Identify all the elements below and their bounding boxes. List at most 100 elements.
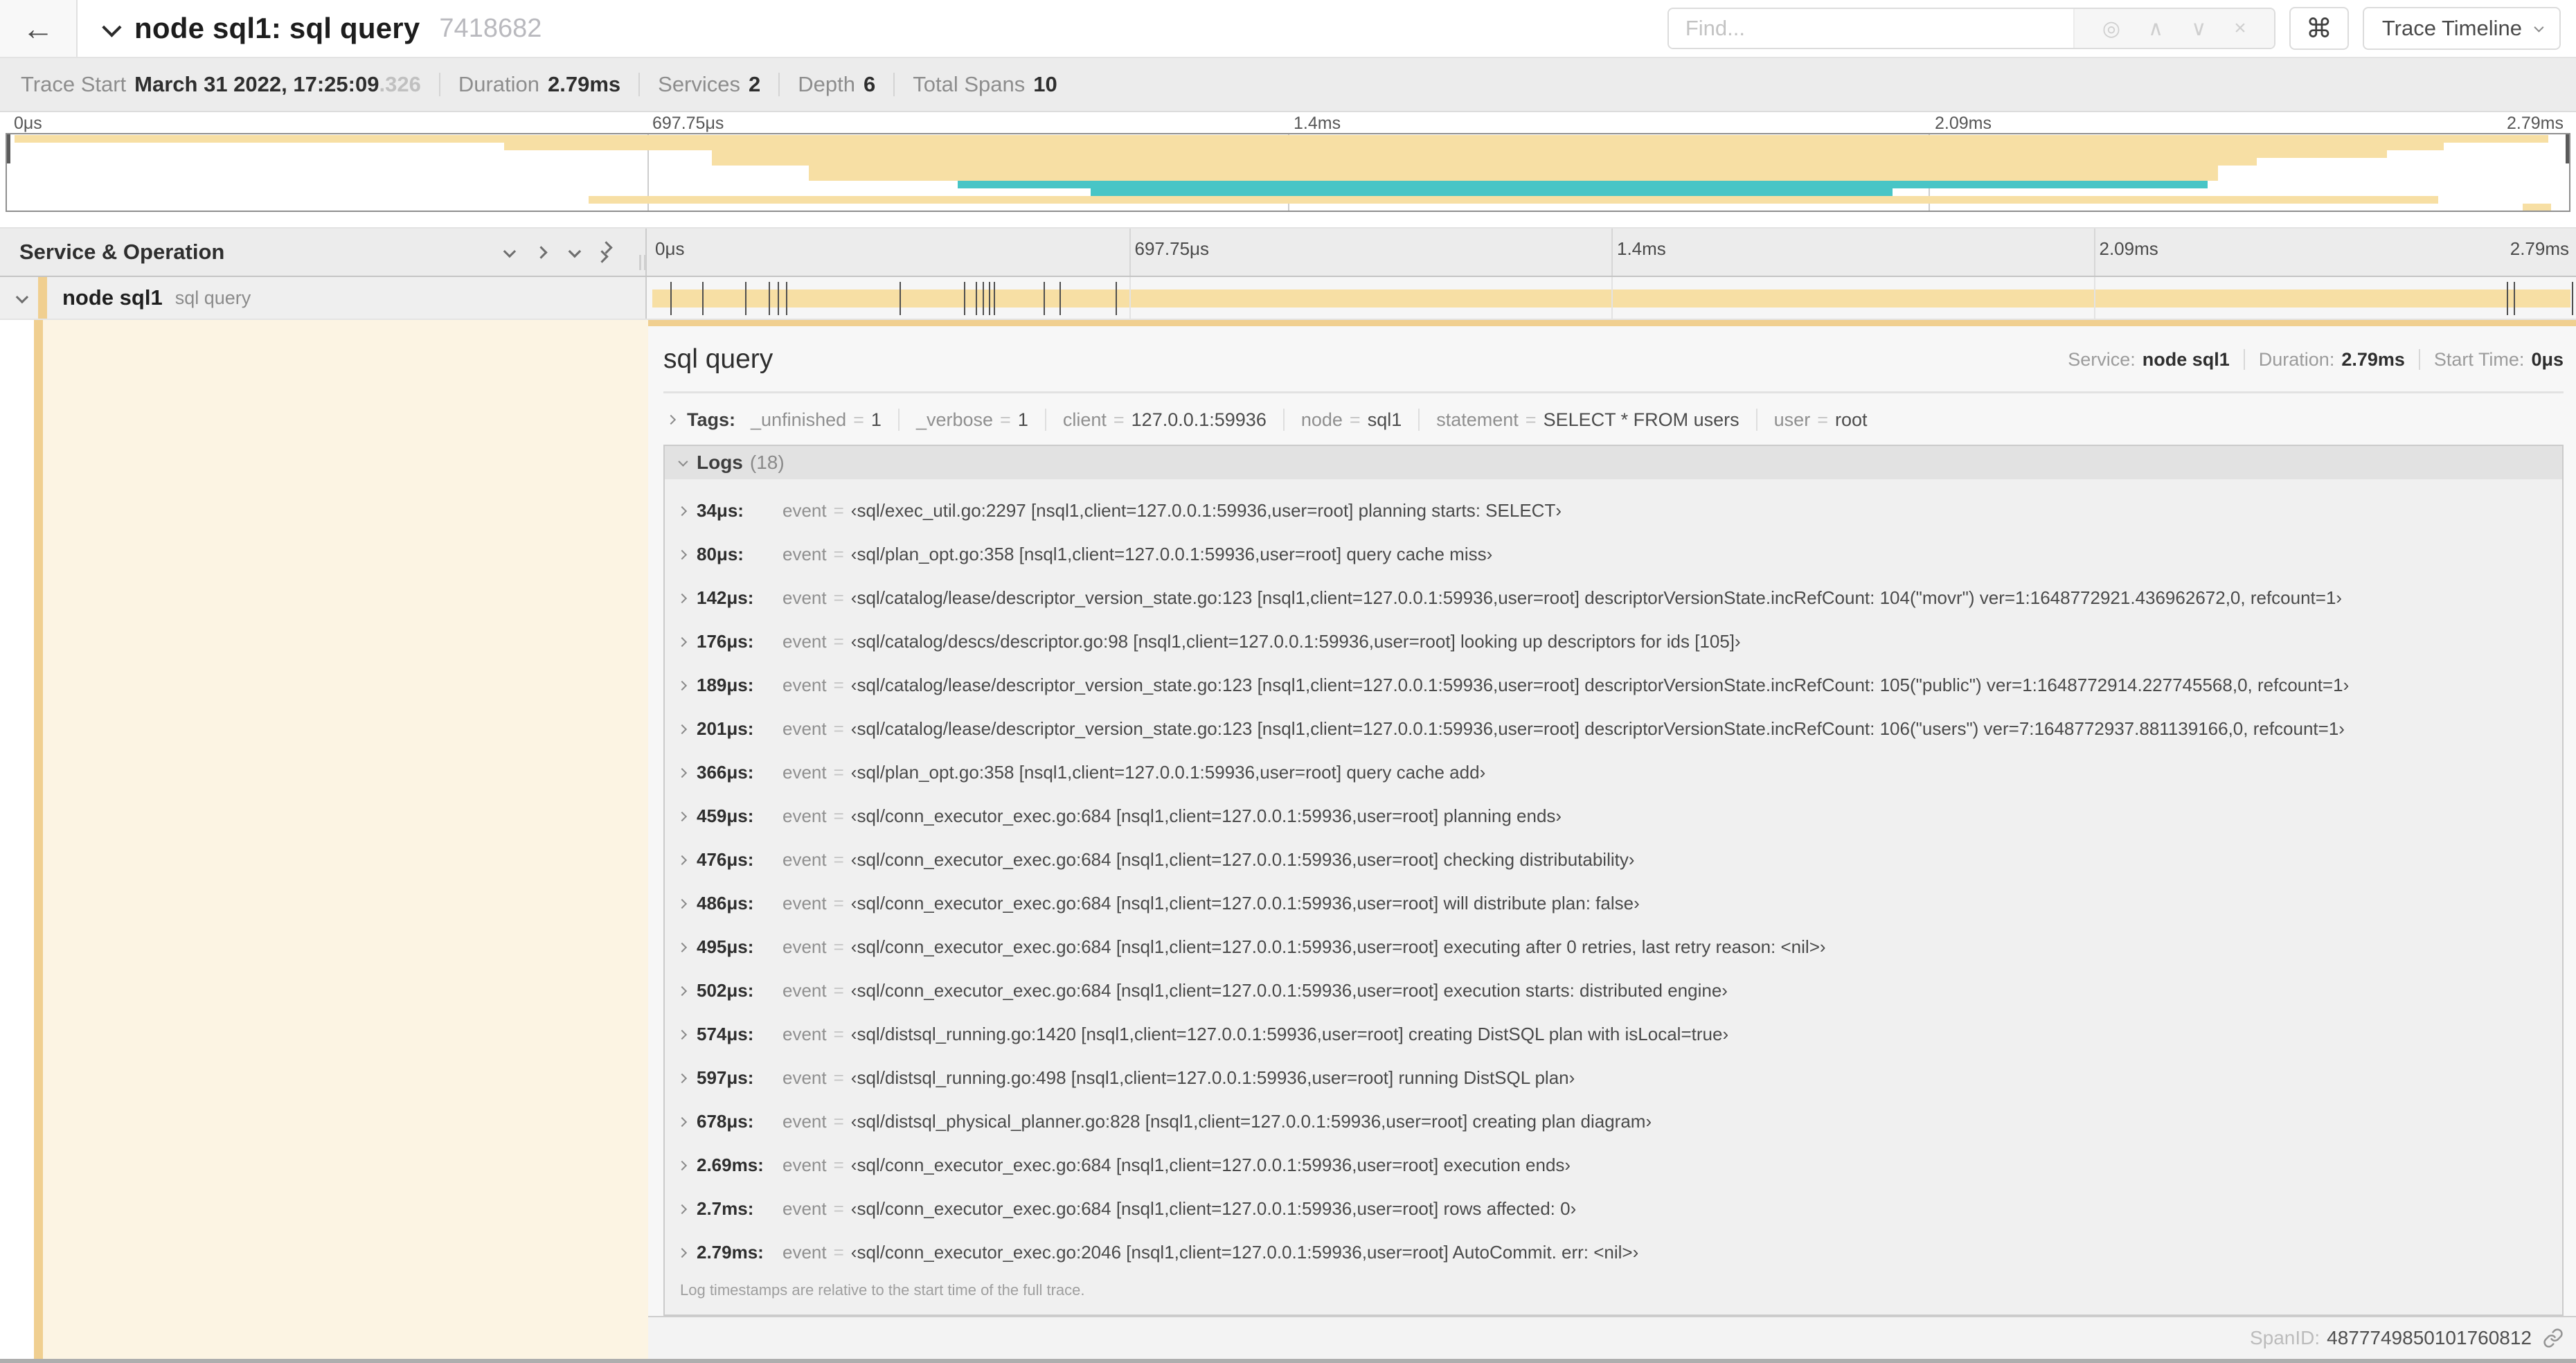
log-marker[interactable]	[2572, 282, 2574, 315]
log-marker[interactable]	[994, 282, 996, 315]
chevron-right-icon	[677, 506, 688, 516]
tag-item[interactable]: client = 127.0.0.1:59936	[1063, 409, 1267, 431]
find-input[interactable]	[1668, 9, 2073, 48]
log-equals: =	[833, 936, 844, 957]
clear-search-icon[interactable]: ×	[2234, 17, 2246, 40]
log-field-key: event	[782, 805, 827, 826]
log-field-key: event	[782, 1111, 827, 1132]
log-marker[interactable]	[1044, 282, 1046, 315]
log-field-value: ‹sql/conn_executor_exec.go:684 [nsql1,cl…	[850, 980, 1728, 1001]
log-entry[interactable]: 142μs: event = ‹sql/catalog/lease/descripto…	[677, 576, 2562, 620]
trace-title-group[interactable]: node sql1: sql query 7418682	[78, 12, 542, 45]
log-entry[interactable]: 2.69ms: event = ‹sql/conn_executor_exec.go:…	[677, 1143, 2562, 1187]
prev-match-icon[interactable]: ∧	[2148, 17, 2163, 41]
log-marker[interactable]	[900, 282, 902, 315]
match-highlight-icon[interactable]: ◎	[2102, 17, 2120, 41]
logs-section: Logs (18) 34μs: event = ‹sql/exec_util.go:2…	[663, 445, 2564, 1316]
minimap-span-bar	[809, 173, 2219, 181]
log-entry[interactable]: 2.7ms: event = ‹sql/conn_executor_exec.go:6…	[677, 1187, 2562, 1231]
log-entry[interactable]: 502μs: event = ‹sql/conn_executor_exec.go:6…	[677, 969, 2562, 1013]
expand-one-icon[interactable]	[535, 245, 548, 259]
log-entry[interactable]: 189μs: event = ‹sql/catalog/lease/descripto…	[677, 663, 2562, 707]
log-marker[interactable]	[670, 282, 672, 315]
log-marker[interactable]	[989, 282, 991, 315]
log-entry[interactable]: 201μs: event = ‹sql/catalog/lease/descripto…	[677, 707, 2562, 751]
tag-item[interactable]: _verbose = 1	[916, 409, 1028, 431]
log-entry[interactable]: 476μs: event = ‹sql/conn_executor_exec.go:6…	[677, 838, 2562, 882]
log-entry[interactable]: 176μs: event = ‹sql/catalog/descs/descripto…	[677, 620, 2562, 663]
detail-panel: sql query Service: node sql1 Duration: 2.79…	[648, 320, 2576, 1359]
summary-item: Duration 2.79ms	[458, 72, 620, 97]
log-field-value: ‹sql/exec_util.go:2297 [nsql1,client=127…	[850, 500, 1562, 521]
log-field-key: event	[782, 1067, 827, 1088]
log-marker[interactable]	[744, 282, 746, 315]
view-selector-button[interactable]: Trace Timeline	[2362, 7, 2561, 50]
log-marker[interactable]	[964, 282, 966, 315]
tags-row[interactable]: Tags: _unfinished = 1 _verbose = 1 client = 127.…	[663, 409, 2564, 431]
log-marker[interactable]	[1116, 282, 1118, 315]
span-color-accent	[34, 320, 43, 1359]
summary-value: 2	[749, 72, 761, 96]
back-button[interactable]: ←	[0, 0, 78, 57]
log-timestamp: 476μs:	[697, 849, 754, 870]
log-field-key: event	[782, 936, 827, 957]
log-timestamp: 34μs:	[697, 500, 744, 521]
summary-label: Trace Start	[21, 72, 127, 96]
log-marker[interactable]	[1059, 282, 1062, 315]
minimap-left-handle[interactable]	[7, 134, 10, 163]
tag-key: user	[1773, 409, 1811, 430]
log-entry[interactable]: 597μs: event = ‹sql/distsql_running.go:498 …	[677, 1056, 2562, 1100]
summary-label: Depth	[798, 72, 855, 96]
log-marker[interactable]	[983, 282, 985, 315]
log-marker[interactable]	[777, 282, 779, 315]
log-entry[interactable]: 459μs: event = ‹sql/conn_executor_exec.go:6…	[677, 794, 2562, 838]
log-equals: =	[833, 587, 844, 608]
tag-item[interactable]: node = sql1	[1301, 409, 1402, 431]
span-row-name-column[interactable]: node sql1 sql query	[0, 277, 647, 319]
log-entry[interactable]: 495μs: event = ‹sql/conn_executor_exec.go:6…	[677, 925, 2562, 969]
timeline-header: Service & Operation 0μs 697.75μs 1.4ms 2.09…	[0, 227, 2576, 277]
log-field-key: event	[782, 1024, 827, 1044]
log-marker[interactable]	[976, 282, 978, 315]
tag-item[interactable]: user = root	[1774, 409, 1868, 431]
tag-item[interactable]: _unfinished = 1	[751, 409, 882, 431]
collapse-one-icon[interactable]	[503, 244, 517, 258]
log-entry[interactable]: 34μs: event = ‹sql/exec_util.go:2297 [nsql1…	[677, 489, 2562, 533]
tag-item[interactable]: statement = SELECT * FROM users	[1436, 409, 1739, 431]
logs-header[interactable]: Logs (18)	[665, 446, 2562, 479]
column-resizer[interactable]	[639, 255, 641, 270]
log-entry[interactable]: 486μs: event = ‹sql/conn_executor_exec.go:6…	[677, 882, 2562, 925]
log-entry[interactable]: 574μs: event = ‹sql/distsql_running.go:1420…	[677, 1013, 2562, 1056]
span-detail-card: sql query Service: node sql1 Duration: 2.79…	[648, 326, 2576, 1316]
log-entry[interactable]: 2.79ms: event = ‹sql/conn_executor_exec.go:…	[677, 1231, 2562, 1274]
tag-value: 127.0.0.1:59936	[1131, 409, 1267, 430]
log-marker[interactable]	[768, 282, 770, 315]
log-entry[interactable]: 80μs: event = ‹sql/plan_opt.go:358 [nsql1,c…	[677, 533, 2562, 576]
trace-minimap[interactable]	[6, 133, 2570, 212]
log-field-value: ‹sql/conn_executor_exec.go:684 [nsql1,cl…	[850, 893, 1640, 914]
span-row[interactable]: node sql1 sql query	[0, 277, 2576, 320]
log-marker[interactable]	[2514, 282, 2516, 315]
collapse-all-icon[interactable]	[568, 244, 582, 258]
summary-item: Depth 6	[798, 72, 875, 97]
keyboard-shortcuts-button[interactable]: ⌘	[2289, 7, 2349, 50]
log-equals: =	[833, 1067, 844, 1088]
summary-value: 2.79ms	[548, 72, 621, 96]
span-row-track[interactable]	[647, 277, 2576, 319]
trace-title: node sql1: sql query	[134, 12, 420, 44]
log-entry[interactable]: 366μs: event = ‹sql/plan_opt.go:358 [nsql1,…	[677, 751, 2562, 794]
tick-label: 2.09ms	[2099, 238, 2158, 259]
tag-key: _unfinished	[751, 409, 847, 430]
tick-label: 2.09ms	[1935, 114, 1992, 133]
next-match-icon[interactable]: ∨	[2191, 17, 2206, 41]
log-marker[interactable]	[2507, 282, 2509, 315]
log-entry[interactable]: 678μs: event = ‹sql/distsql_physical_planne…	[677, 1100, 2562, 1143]
link-icon[interactable]	[2543, 1328, 2564, 1348]
log-marker[interactable]	[785, 282, 787, 315]
expand-all-icon[interactable]	[595, 241, 613, 263]
minimap-right-handle[interactable]	[2566, 134, 2569, 163]
log-marker[interactable]	[701, 282, 704, 315]
chevron-right-icon	[677, 724, 688, 734]
chevron-down-icon[interactable]	[15, 290, 29, 303]
